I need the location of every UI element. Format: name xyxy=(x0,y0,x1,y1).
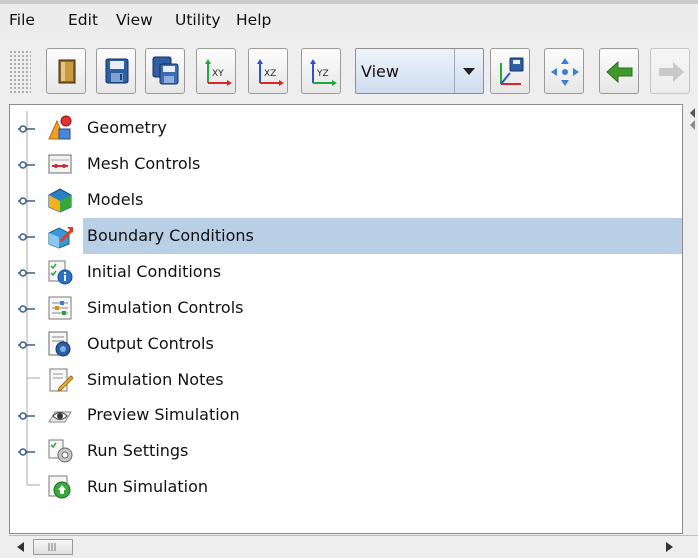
tree-item-label: Models xyxy=(87,190,144,209)
simulation-controls-icon xyxy=(48,296,72,320)
menu-bar: File Edit View Utility Help xyxy=(0,4,698,36)
tree-item-initial-conditions[interactable]: Initial Conditions xyxy=(10,254,682,290)
tree-item-label: Run Settings xyxy=(87,441,189,460)
initial-conditions-icon xyxy=(48,260,73,285)
scroll-up-icon[interactable] xyxy=(685,104,698,134)
geometry-icon xyxy=(48,115,72,140)
tree-item-label: Run Simulation xyxy=(87,477,208,496)
scroll-right-icon[interactable] xyxy=(659,536,679,558)
tree-item-run-simulation[interactable]: Run Simulation xyxy=(10,469,682,505)
tree-item-run-settings[interactable]: Run Settings xyxy=(10,433,682,469)
models-icon xyxy=(48,188,72,213)
toolbar: XY XZ YZ View xyxy=(0,36,698,104)
simulation-notes-icon xyxy=(49,368,73,392)
tree-item-boundary-conditions[interactable]: Boundary Conditions xyxy=(10,218,682,254)
save-all-button[interactable] xyxy=(145,48,185,94)
tree-item-output-controls[interactable]: Output Controls xyxy=(10,326,682,362)
view-select-arrow[interactable] xyxy=(454,49,483,93)
tree-item-simulation-notes[interactable]: Simulation Notes xyxy=(10,362,682,398)
axis-xy-icon: XY xyxy=(205,59,232,86)
horizontal-scrollbar[interactable] xyxy=(9,535,698,558)
scroll-left-icon[interactable] xyxy=(11,536,31,558)
pan-icon xyxy=(551,58,579,86)
toolbar-grip[interactable] xyxy=(9,50,31,94)
tree-item-label: Simulation Notes xyxy=(87,370,224,389)
vertical-scrollbar[interactable] xyxy=(685,104,698,534)
open-button[interactable] xyxy=(46,48,86,94)
selection-highlight: Boundary Conditions xyxy=(83,218,682,254)
expand-handle-icon[interactable] xyxy=(17,305,37,313)
tree-item-label: Geometry xyxy=(87,118,167,137)
axis-yz-icon: YZ xyxy=(310,59,337,86)
tree-item-mesh-controls[interactable]: Mesh Controls xyxy=(10,146,682,182)
tree-item-label: Output Controls xyxy=(87,334,214,353)
expand-handle-icon[interactable] xyxy=(17,125,37,133)
expand-handle-icon[interactable] xyxy=(17,197,37,205)
expand-handle-icon[interactable] xyxy=(17,412,37,420)
axis-xz-button[interactable]: XZ xyxy=(248,48,288,94)
forward-button[interactable] xyxy=(650,48,690,94)
tree-item-label: Simulation Controls xyxy=(87,298,244,317)
menu-view[interactable]: View xyxy=(116,4,153,36)
tree-item-geometry[interactable]: Geometry xyxy=(10,110,682,146)
axis-xz-icon: XZ xyxy=(257,59,284,86)
expand-handle-icon[interactable] xyxy=(17,161,37,169)
menu-edit[interactable]: Edit xyxy=(68,4,98,36)
svg-text:XZ: XZ xyxy=(264,69,276,79)
expand-handle-icon[interactable] xyxy=(17,341,37,349)
export-view-icon xyxy=(500,57,524,85)
preview-simulation-icon xyxy=(48,411,72,423)
menu-file[interactable]: File xyxy=(9,4,35,36)
open-icon xyxy=(58,59,76,84)
expand-handle-icon[interactable] xyxy=(17,233,37,241)
tree-item-models[interactable]: Models xyxy=(10,182,682,218)
horizontal-scroll-thumb[interactable] xyxy=(33,539,73,555)
tree-item-label: Initial Conditions xyxy=(87,262,222,281)
svg-text:XY: XY xyxy=(212,69,224,79)
tree-item-label: Boundary Conditions xyxy=(87,226,254,245)
simulation-tree[interactable]: Geometry Mesh Controls Models Boundary C… xyxy=(9,104,683,534)
tree-item-simulation-controls[interactable]: Simulation Controls xyxy=(10,290,682,326)
pan-button[interactable] xyxy=(544,48,584,94)
save-icon xyxy=(105,58,129,84)
tree-item-preview-simulation[interactable]: Preview Simulation xyxy=(10,397,682,433)
view-select-value: View xyxy=(361,62,399,81)
tree-item-label: Preview Simulation xyxy=(87,405,240,424)
boundary-conditions-icon xyxy=(48,227,73,249)
run-simulation-icon xyxy=(48,475,71,499)
mesh-controls-icon xyxy=(48,154,72,174)
axis-xy-button[interactable]: XY xyxy=(196,48,236,94)
expand-handle-icon[interactable] xyxy=(17,269,37,277)
axis-yz-button[interactable]: YZ xyxy=(301,48,341,94)
chevron-down-icon xyxy=(463,68,475,75)
back-button[interactable] xyxy=(599,48,639,94)
save-all-icon xyxy=(152,56,179,85)
view-select[interactable]: View xyxy=(355,48,484,94)
menu-utility[interactable]: Utility xyxy=(175,4,221,36)
save-button[interactable] xyxy=(96,48,136,94)
output-controls-icon xyxy=(48,331,71,357)
tree-item-label: Mesh Controls xyxy=(87,154,201,173)
grip-icon xyxy=(48,543,56,551)
back-arrow-icon xyxy=(606,60,633,84)
export-view-button[interactable] xyxy=(490,48,530,94)
menu-help[interactable]: Help xyxy=(236,4,271,36)
forward-arrow-icon xyxy=(659,62,684,82)
run-settings-icon xyxy=(48,439,73,463)
svg-text:YZ: YZ xyxy=(316,69,329,79)
expand-handle-icon[interactable] xyxy=(17,448,37,456)
